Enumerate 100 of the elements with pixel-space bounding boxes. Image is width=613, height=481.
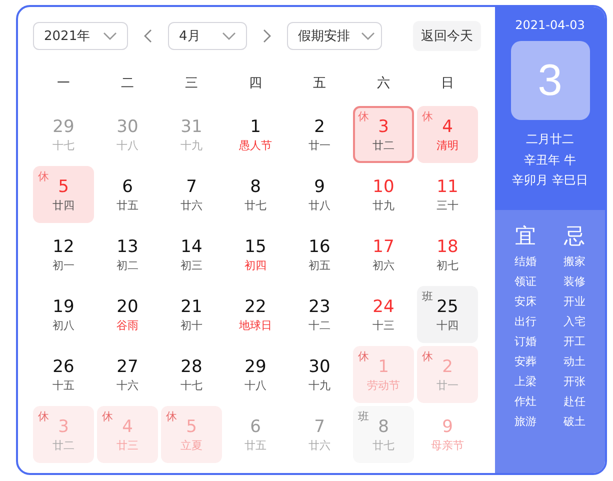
day-number: 30 [308,356,330,378]
lunar-date: 廿三 [116,438,138,454]
weekday-label: 六 [376,75,391,93]
day-cell[interactable]: 21 初十 [161,286,222,343]
day-number: 14 [180,236,202,258]
lunar-date: 廿四 [52,198,74,214]
day-number: 26 [52,356,74,378]
lunar-date: 廿一 [308,138,330,154]
day-cell[interactable]: 12 初一 [33,226,94,283]
day-number: 16 [308,236,330,258]
day-cell[interactable]: 27 十六 [97,346,158,403]
weekday-label: 四 [248,75,263,93]
day-cell[interactable]: 24 十三 [353,286,414,343]
day-cell[interactable]: 23 十二 [289,286,350,343]
day-cell[interactable]: 10 廿九 [353,166,414,223]
almanac-item: 赴任 [564,394,586,410]
almanac-item: 入宅 [564,314,586,330]
day-number: 1 [378,356,389,378]
day-number: 22 [244,296,266,318]
selected-date: 2021-04-03 [515,18,585,32]
day-cell[interactable]: 20 谷雨 [97,286,158,343]
day-cell[interactable]: 18 初七 [417,226,478,283]
almanac-item: 结婚 [514,254,536,270]
day-cell[interactable]: 2 廿一 [289,106,350,163]
day-cell[interactable]: 29 十八 [225,346,286,403]
day-number: 31 [180,116,202,138]
day-number: 15 [244,236,266,258]
day-number: 9 [442,416,453,438]
lunar-date: 廿五 [116,198,138,214]
day-number: 5 [58,176,69,198]
day-cell[interactable]: 22 地球日 [225,286,286,343]
almanac-item: 上梁 [514,374,536,390]
day-cell[interactable]: 班 25 十四 [417,286,478,343]
day-number: 19 [52,296,74,318]
lunar-date: 十四 [436,318,458,334]
day-cell[interactable]: 16 初五 [289,226,350,283]
almanac-item: 开张 [564,374,586,390]
day-cell[interactable]: 9 廿八 [289,166,350,223]
day-cell[interactable]: 1 愚人节 [225,106,286,163]
holiday-select[interactable]: 假期安排 [287,22,382,50]
almanac-item: 开工 [564,334,586,350]
day-number: 29 [244,356,266,378]
day-number: 6 [250,416,261,438]
lunar-date: 初七 [436,258,458,274]
almanac-title: 宜 [515,223,536,250]
lunar-date: 十二 [308,318,330,334]
rest-work-label: 休 [422,349,433,364]
lunar-date: 十八 [116,138,138,154]
day-number: 6 [122,176,133,198]
today-button[interactable]: 返回今天 [413,21,481,51]
rest-work-label: 休 [358,109,369,124]
month-select[interactable]: 4月 [168,22,247,50]
day-cell[interactable]: 28 十七 [161,346,222,403]
almanac-item: 动土 [564,354,586,370]
almanac-item: 破土 [564,414,586,430]
lunar-date: 初十 [180,318,202,334]
weekday-label: 日 [440,75,455,93]
day-cell[interactable]: 17 初六 [353,226,414,283]
lunar-date: 十六 [116,378,138,394]
lunar-date: 十七 [52,138,74,154]
day-cell[interactable]: 7 廿六 [161,166,222,223]
day-number: 2 [442,356,453,378]
year-select[interactable]: 2021年 [33,22,128,50]
day-number: 7 [314,416,325,438]
lunar-date: 廿五 [244,438,266,454]
lunar-date: 地球日 [239,318,272,334]
lunar-date: 初八 [52,318,74,334]
almanac-item: 装修 [564,274,586,290]
lunar-date: 十九 [308,378,330,394]
lunar-date: 劳动节 [367,378,400,394]
day-cell[interactable]: 休 3 廿二 [353,106,414,163]
day-cell[interactable]: 休 5 廿四 [33,166,94,223]
lunar-date: 初四 [244,258,266,274]
lunar-date: 立夏 [180,438,202,454]
rest-work-label: 休 [38,169,49,184]
day-cell[interactable]: 15 初四 [225,226,286,283]
lunar-info: 辛丑年 牛 [524,152,576,168]
day-number: 30 [116,116,138,138]
day-number: 4 [122,416,133,438]
chevron-down-icon [222,32,236,40]
lunar-date: 十九 [180,138,202,154]
almanac-item: 搬家 [564,254,586,270]
day-cell[interactable]: 13 初二 [97,226,158,283]
almanac-item: 作灶 [514,394,536,410]
day-cell[interactable]: 30 十九 [289,346,350,403]
weekday-label: 三 [184,75,199,93]
day-cell[interactable]: 14 初三 [161,226,222,283]
day-cell[interactable]: 26 十五 [33,346,94,403]
day-number: 2 [314,116,325,138]
day-number: 17 [372,236,394,258]
lunar-date: 初六 [372,258,394,274]
lunar-date: 母亲节 [431,438,464,454]
day-number: 3 [378,116,389,138]
day-number: 29 [52,116,74,138]
day-cell[interactable]: 8 廿七 [225,166,286,223]
lunar-date: 廿八 [308,198,330,214]
day-cell[interactable]: 6 廿五 [97,166,158,223]
day-cell[interactable]: 11 三十 [417,166,478,223]
day-cell[interactable]: 19 初八 [33,286,94,343]
lunar-date: 初五 [308,258,330,274]
